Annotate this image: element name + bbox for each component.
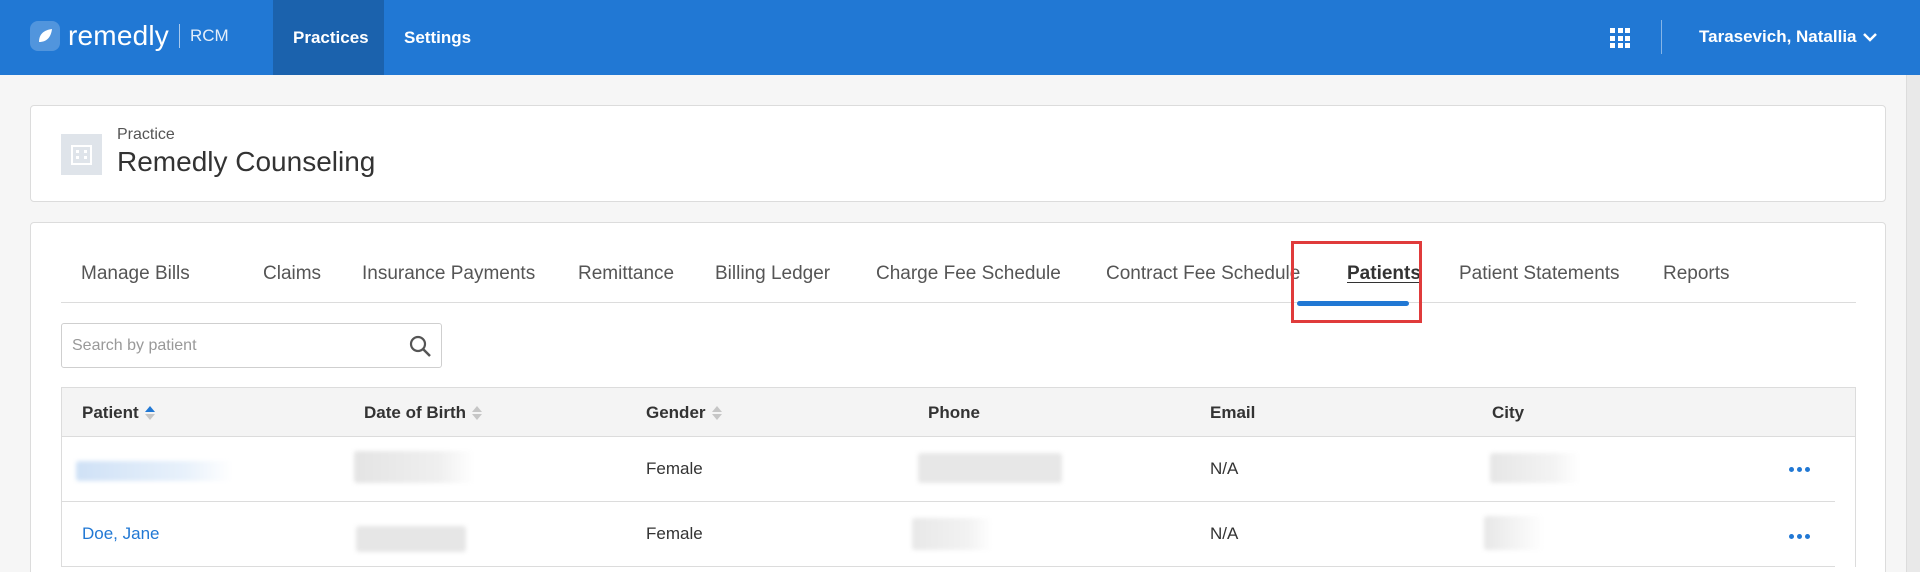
leaf-logo-icon (30, 21, 60, 51)
tab-reports[interactable]: Reports (1663, 263, 1730, 285)
practice-name: Remedly Counseling (117, 146, 376, 177)
redacted-phone (918, 453, 1062, 483)
more-horizontal-icon[interactable] (1789, 534, 1810, 539)
table-row[interactable]: Female N/A (61, 437, 1856, 502)
practice-tabs: Manage Bills Claims Insurance Payments R… (61, 223, 1856, 303)
patient-name-link[interactable]: Doe, Jane (82, 524, 160, 544)
nav-settings[interactable]: Settings (384, 0, 491, 75)
redacted-city (1484, 516, 1544, 550)
search-icon[interactable] (408, 334, 432, 363)
row-divider (62, 566, 1835, 567)
sort-ascending-icon[interactable] (144, 406, 155, 420)
app-logo[interactable]: remedly RCM (30, 20, 229, 52)
email-cell: N/A (1210, 524, 1239, 543)
patients-table: Patient Date of Birth Gender Phone Email… (61, 387, 1856, 567)
tab-patient-statements[interactable]: Patient Statements (1459, 263, 1620, 285)
tab-billing-ledger[interactable]: Billing Ledger (715, 263, 830, 285)
sort-icon[interactable] (472, 406, 482, 420)
practice-label: Practice (117, 126, 175, 143)
brand-name: remedly (68, 20, 169, 51)
column-header-label: Gender (646, 403, 706, 422)
gender-cell: Female (646, 524, 703, 543)
redacted-date-of-birth (356, 526, 466, 552)
column-header-patient[interactable]: Patient (82, 403, 155, 423)
logo-divider (179, 24, 180, 48)
column-header-gender[interactable]: Gender (646, 403, 722, 423)
table-row[interactable]: Doe, Jane Female N/A (61, 502, 1856, 567)
highlight-annotation (1291, 241, 1422, 323)
redacted-patient-name (76, 461, 232, 481)
more-horizontal-icon[interactable] (1789, 467, 1810, 472)
column-header-phone: Phone (928, 403, 980, 423)
tab-charge-fee-schedule[interactable]: Charge Fee Schedule (876, 263, 1061, 285)
nav-practices[interactable]: Practices (273, 0, 384, 75)
column-header-email: Email (1210, 403, 1255, 423)
tab-manage-bills[interactable]: Manage Bills (81, 263, 190, 285)
tab-insurance-payments[interactable]: Insurance Payments (362, 263, 535, 285)
redacted-phone (912, 518, 992, 550)
chevron-down-icon[interactable] (1862, 30, 1878, 48)
email-cell: N/A (1210, 459, 1239, 478)
sort-icon[interactable] (711, 406, 722, 420)
apps-grid-icon[interactable] (1610, 28, 1630, 48)
tab-remittance[interactable]: Remittance (578, 263, 674, 285)
page-scrollbar[interactable] (1906, 75, 1920, 572)
redacted-city (1490, 453, 1580, 483)
gender-cell: Female (646, 459, 703, 478)
patient-search (61, 323, 442, 368)
building-icon (61, 134, 102, 175)
user-menu-name[interactable]: Tarasevich, Natallia (1699, 27, 1857, 47)
column-header-label: Email (1210, 403, 1256, 422)
table-header: Patient Date of Birth Gender Phone Email… (61, 387, 1856, 437)
navbar-divider (1661, 20, 1662, 54)
product-name: RCM (190, 26, 229, 45)
top-navbar: remedly RCM Practices Settings Tarasevic… (0, 0, 1920, 75)
practice-content-panel: Manage Bills Claims Insurance Payments R… (30, 222, 1886, 572)
tab-contract-fee-schedule[interactable]: Contract Fee Schedule (1106, 263, 1300, 285)
tab-claims[interactable]: Claims (263, 263, 321, 285)
column-header-city: City (1492, 403, 1524, 423)
column-header-label: Phone (928, 403, 980, 422)
redacted-date-of-birth (354, 451, 474, 483)
column-header-label: Date of Birth (364, 403, 466, 422)
practice-header-card: Practice Remedly Counseling (30, 105, 1886, 202)
column-header-label: Patient (82, 403, 139, 422)
column-header-label: City (1492, 403, 1525, 422)
column-header-date-of-birth[interactable]: Date of Birth (364, 403, 482, 423)
search-input[interactable] (72, 334, 392, 358)
